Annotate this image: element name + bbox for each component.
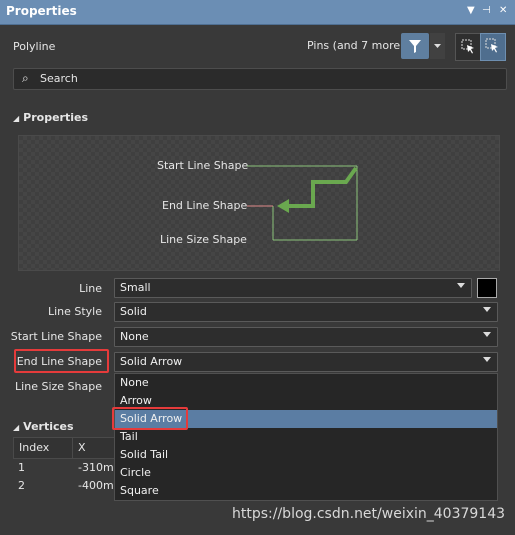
vertices-section-title: Vertices <box>23 420 74 433</box>
line-style-label: Line Style <box>47 305 102 318</box>
column-header-label: X <box>78 441 86 454</box>
start-line-shape-value: None <box>120 330 149 343</box>
vertices-table: Index X 1 -310mi 2 -400mi <box>13 437 117 533</box>
line-label: Line <box>79 282 102 295</box>
row-index: 1 <box>18 461 25 474</box>
close-icon[interactable]: ✕ <box>499 5 507 16</box>
filter-dropdown-button[interactable] <box>430 33 445 59</box>
menu-item-label: Square <box>120 484 159 497</box>
chevron-down-icon <box>457 283 465 288</box>
row-x: -310mi <box>78 461 117 474</box>
table-row[interactable]: 2 -400mi <box>13 477 117 495</box>
solid-arrow-highlight <box>112 407 188 430</box>
filter-button[interactable] <box>401 33 429 59</box>
panel-title-bar: Properties ▼ ⊣ ✕ <box>0 0 515 25</box>
properties-section-header[interactable]: ◢ Properties <box>13 111 88 124</box>
menu-item-label: Arrow <box>120 394 152 407</box>
line-color-swatch[interactable] <box>477 278 497 298</box>
pin-icon[interactable]: ⊣ <box>482 5 491 16</box>
select-pointer-button[interactable] <box>480 33 506 61</box>
object-type-label: Polyline <box>13 40 56 53</box>
preview-diagram <box>247 165 358 241</box>
end-line-shape-highlight <box>14 349 109 373</box>
collapse-triangle-icon: ◢ <box>13 114 20 123</box>
collapse-triangle-icon: ◢ <box>13 423 20 432</box>
menu-item-none[interactable]: None <box>115 374 497 392</box>
chevron-down-icon <box>483 332 491 337</box>
line-size-dropdown[interactable]: Small <box>114 278 472 298</box>
chevron-down-icon <box>483 357 491 362</box>
column-header-label: Index <box>19 441 50 454</box>
menu-down-icon[interactable]: ▼ <box>467 5 475 16</box>
chevron-down-icon <box>483 307 491 312</box>
line-style-dropdown[interactable]: Solid <box>114 302 498 322</box>
chevron-down-icon <box>434 44 441 48</box>
polyline-sample <box>287 166 358 208</box>
watermark-text: https://blog.csdn.net/weixin_40379143 <box>232 506 506 522</box>
solid-arrow-head <box>277 199 289 213</box>
line-shape-preview: Start Line Shape End Line Shape Line Siz… <box>18 135 500 271</box>
vertices-section-header[interactable]: ◢ Vertices <box>13 420 74 433</box>
properties-section-title: Properties <box>23 111 88 124</box>
line-size-value: Small <box>120 281 151 294</box>
row-x: -400mi <box>78 479 117 492</box>
end-line-shape-menu: None Arrow Solid Arrow Tail Solid Tail C… <box>114 373 498 501</box>
start-line-shape-label: Start Line Shape <box>10 330 102 343</box>
start-line-shape-dropdown[interactable]: None <box>114 327 498 347</box>
column-header-index[interactable]: Index <box>13 437 73 459</box>
end-line-shape-dropdown[interactable]: Solid Arrow <box>114 352 498 372</box>
menu-item-label: None <box>120 376 149 389</box>
table-row[interactable]: 1 -310mi <box>13 459 117 477</box>
search-icon: ⌕ <box>22 71 29 85</box>
menu-item-solid-tail[interactable]: Solid Tail <box>115 446 497 464</box>
select-mode-button[interactable] <box>455 33 481 61</box>
menu-item-label: Solid Tail <box>120 448 169 461</box>
filter-icon <box>409 40 421 53</box>
column-header-x[interactable]: X <box>72 437 116 459</box>
filter-summary[interactable]: Pins (and 7 more) <box>307 39 404 52</box>
line-size-shape-label: Line Size Shape <box>15 380 102 393</box>
menu-item-label: Tail <box>120 430 138 443</box>
menu-item-label: Circle <box>120 466 151 479</box>
search-placeholder: Search <box>40 72 78 85</box>
pointer-icon <box>485 38 498 53</box>
selection-icon <box>461 39 474 54</box>
end-line-shape-value: Solid Arrow <box>120 355 183 368</box>
panel-title: Properties <box>6 4 77 18</box>
menu-item-circle[interactable]: Circle <box>115 464 497 482</box>
menu-item-tail[interactable]: Tail <box>115 428 497 446</box>
properties-panel: Polyline Pins (and 7 more) ⌕ Search ◢ Pro… <box>0 25 515 535</box>
search-input[interactable]: ⌕ Search <box>13 68 507 90</box>
row-index: 2 <box>18 479 25 492</box>
menu-item-square[interactable]: Square <box>115 482 497 500</box>
line-style-value: Solid <box>120 305 147 318</box>
